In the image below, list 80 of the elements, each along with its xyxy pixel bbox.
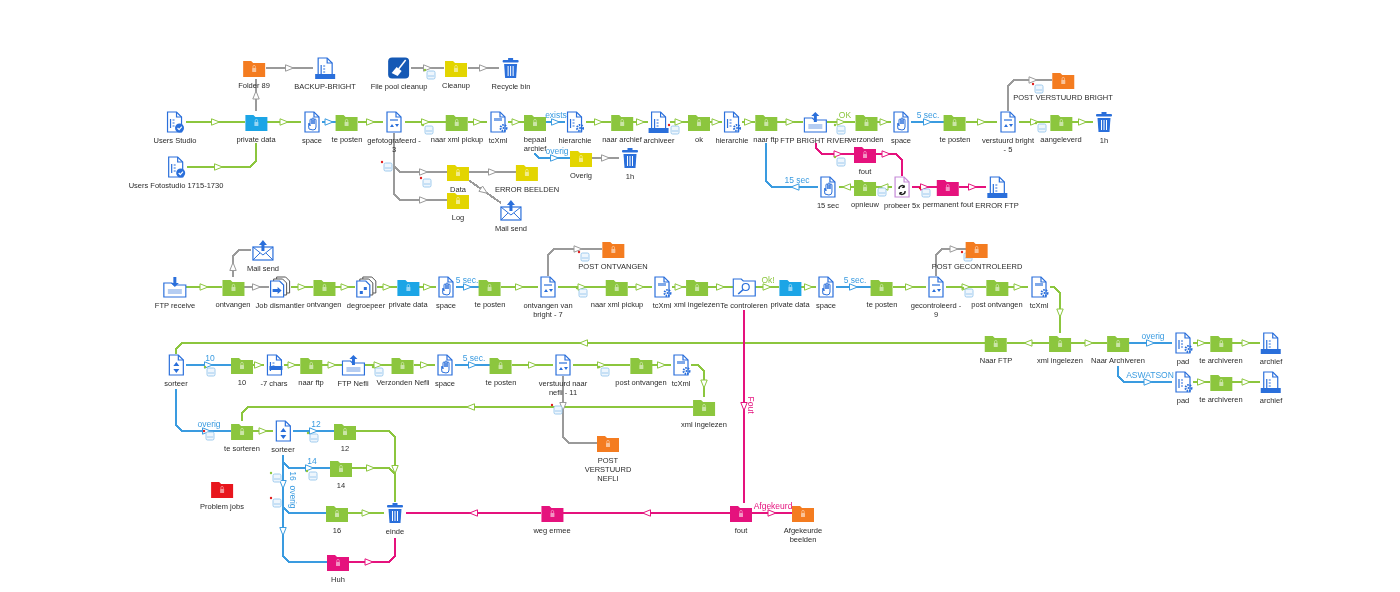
connection-label: 12 <box>311 419 321 429</box>
trash-icon <box>620 147 640 169</box>
job-ticket-icon <box>371 365 384 377</box>
document-arrows-icon <box>383 111 405 133</box>
connection-label: overig <box>1141 331 1165 341</box>
download-folder-icon <box>163 276 187 298</box>
job-ticket-icon <box>421 123 434 135</box>
trash-icon <box>385 502 405 524</box>
connection-label: overig <box>288 485 298 509</box>
document-tray-icon <box>648 111 670 133</box>
document-tray-icon <box>986 176 1008 198</box>
document-tray-icon <box>314 57 336 79</box>
document-cycle-icon <box>891 176 913 198</box>
document-arrows-icon <box>537 276 559 298</box>
job-ticket-icon <box>550 403 563 415</box>
job-ticket-icon <box>306 431 319 443</box>
job-ticket-icon <box>269 496 282 508</box>
stacked-documents-icon <box>268 276 292 298</box>
connection-label: 10 <box>205 353 215 363</box>
job-ticket-icon <box>1031 82 1044 94</box>
job-ticket-icon <box>597 365 610 377</box>
upload-folder-icon <box>803 111 827 133</box>
trash-icon <box>501 57 521 79</box>
document-arrows-icon <box>997 111 1019 133</box>
job-ticket-icon <box>380 160 393 172</box>
document-gear-icon <box>1172 332 1194 354</box>
document-hand-icon <box>817 176 839 198</box>
upload-folder-icon <box>341 354 365 376</box>
job-ticket-icon <box>918 186 931 198</box>
envelope-arrow-icon <box>252 239 274 261</box>
job-ticket-icon <box>202 429 215 441</box>
connection-label: 5 sec. <box>843 275 867 285</box>
folder-magnifier-icon <box>732 276 756 298</box>
document-hand-icon <box>890 111 912 133</box>
document-gear-icon <box>1028 276 1050 298</box>
document-gear-icon <box>670 354 692 376</box>
job-ticket-icon <box>305 469 318 481</box>
broom-icon <box>388 57 410 79</box>
trash-icon <box>1094 111 1114 133</box>
connection-label: Fout <box>746 396 756 414</box>
document-gear-icon <box>487 111 509 133</box>
job-ticket-icon <box>833 123 846 135</box>
job-ticket-icon <box>419 176 432 188</box>
connection-label: exists <box>545 110 567 120</box>
job-ticket-icon <box>833 155 846 167</box>
envelope-arrow-icon <box>500 199 522 221</box>
job-ticket-icon <box>269 471 282 483</box>
connection-label: overig <box>197 419 221 429</box>
document-gear-icon <box>651 276 673 298</box>
connection-label: OK <box>838 110 852 120</box>
connection-label: 5 sec. <box>462 353 486 363</box>
job-ticket-icon <box>1034 121 1047 133</box>
document-hand-icon <box>301 111 323 133</box>
connection-label: 14 <box>307 456 317 466</box>
connection-label: 5 sec. <box>916 110 940 120</box>
document-arrows-icon <box>552 354 574 376</box>
job-ticket-icon <box>423 68 436 80</box>
document-hand-icon <box>815 276 837 298</box>
connection-label: ASWATSON <box>1126 370 1174 380</box>
connection-label: Afgekeurd <box>753 501 793 511</box>
stacked-documents-icon <box>354 276 378 298</box>
job-ticket-icon <box>203 365 216 377</box>
document-gear-icon <box>1172 371 1194 393</box>
job-ticket-icon <box>577 250 590 262</box>
connection-label: 16 <box>288 471 298 481</box>
job-ticket-icon <box>575 286 588 298</box>
document-check-icon <box>165 156 187 178</box>
document-tray-icon <box>1260 371 1282 393</box>
connection-label: 5 sec. <box>455 275 479 285</box>
document-hand-icon <box>434 354 456 376</box>
document-hand-icon <box>435 276 457 298</box>
document-gear-icon <box>721 111 743 133</box>
job-ticket-icon <box>874 185 887 197</box>
document-tray-icon <box>1260 332 1282 354</box>
connection-label: 15 sec <box>784 175 810 185</box>
document-check-icon <box>164 111 186 133</box>
job-ticket-icon <box>961 286 974 298</box>
connection-label: Ok! <box>761 275 775 285</box>
document-arrows-icon <box>925 276 947 298</box>
job-ticket-icon <box>667 123 680 135</box>
